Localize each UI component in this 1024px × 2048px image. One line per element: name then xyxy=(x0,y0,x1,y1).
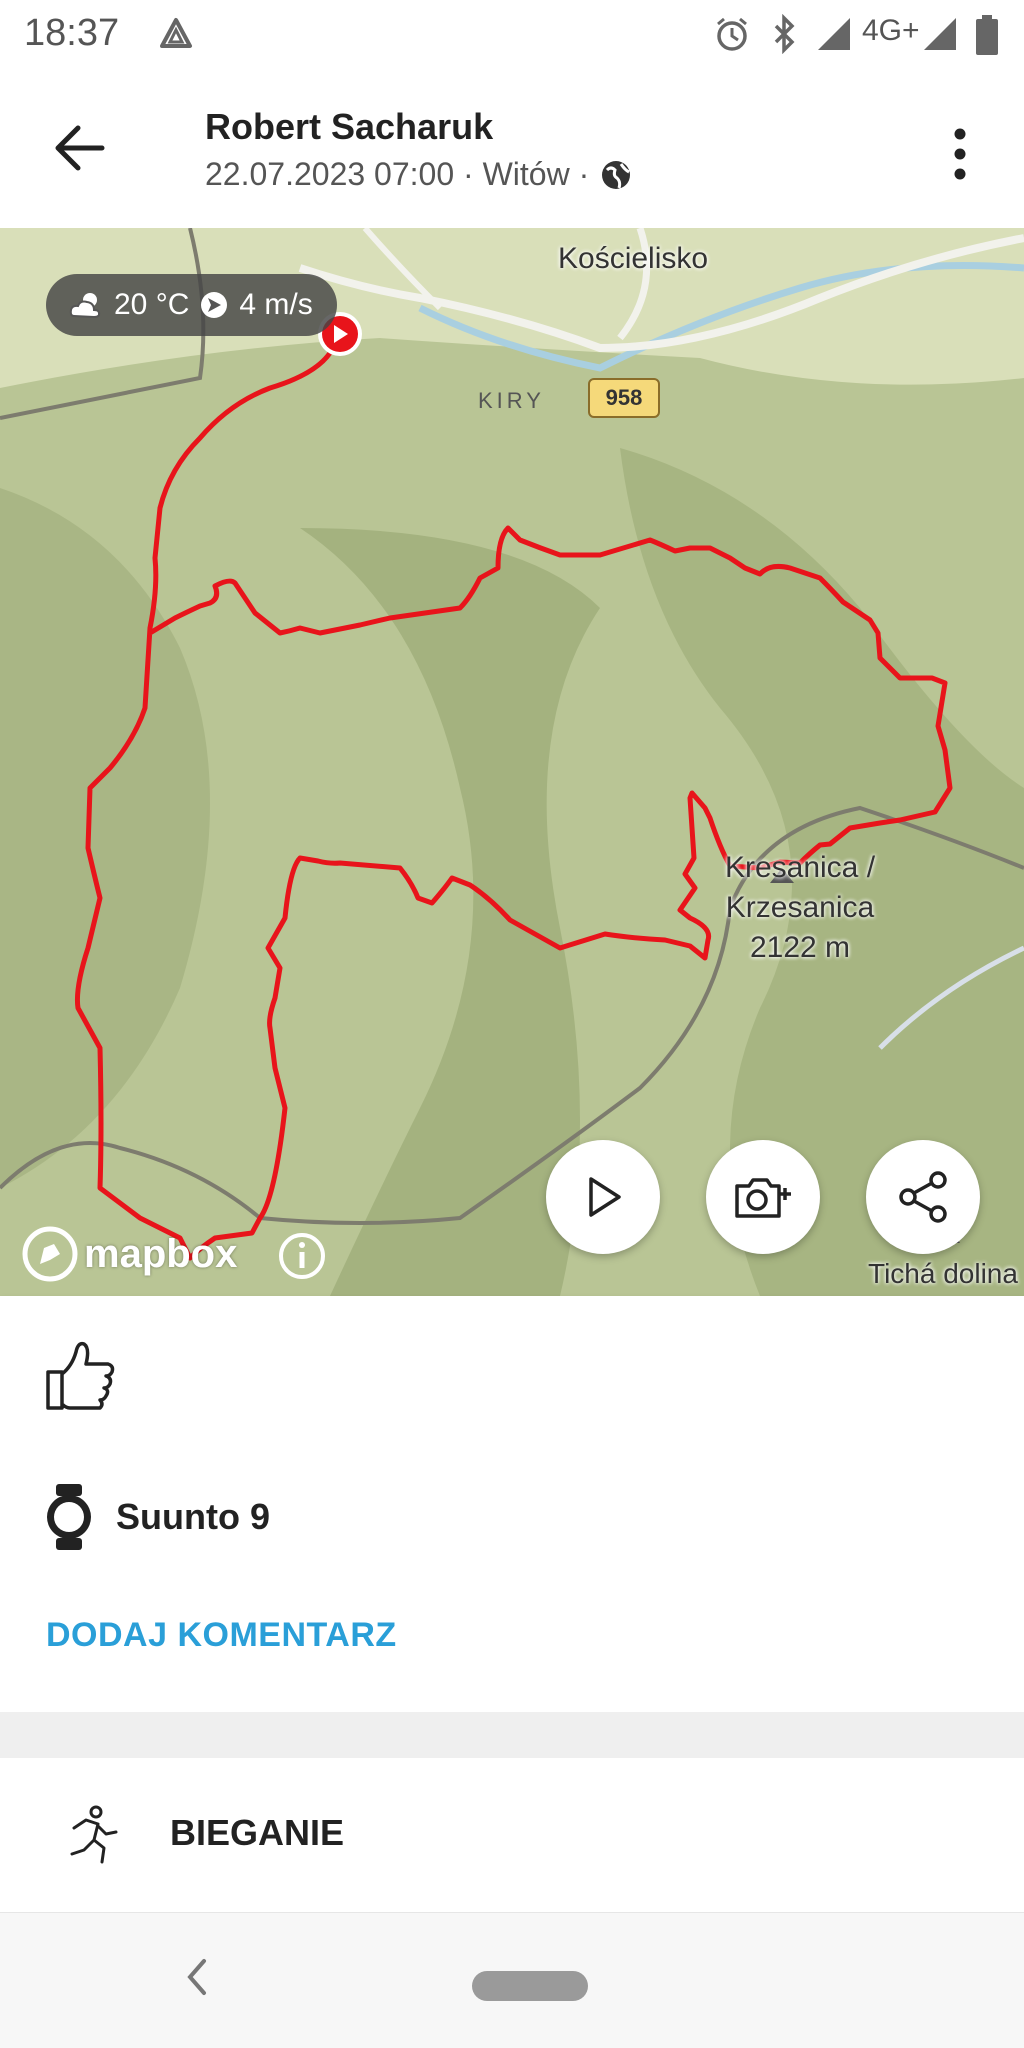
partly-cloudy-icon xyxy=(69,293,101,319)
athlete-name[interactable]: Robert Sacharuk xyxy=(205,106,493,148)
route-map[interactable]: 20 °C 4 m/s Kościelisko KIRY 958 Kresani… xyxy=(0,228,1024,1296)
share-button[interactable] xyxy=(866,1140,980,1254)
map-label-village: KIRY xyxy=(478,388,545,413)
system-nav-bar xyxy=(0,1913,1024,2048)
peak-name-line1: Kresanica / xyxy=(724,851,876,884)
mapbox-text: mapbox xyxy=(84,1231,238,1276)
add-comment-button[interactable]: DODAJ KOMENTARZ xyxy=(46,1616,397,1655)
nav-back-icon[interactable] xyxy=(180,1955,214,1999)
back-arrow-icon[interactable] xyxy=(48,116,112,180)
share-icon xyxy=(899,1171,947,1223)
wind-speed: 4 m/s xyxy=(239,288,313,321)
network-type: 4G+ xyxy=(862,14,920,47)
signal-icon-2 xyxy=(924,18,956,50)
map-label-valley: Tichá dolina xyxy=(868,1258,1018,1289)
battery-icon xyxy=(976,15,998,55)
attribution-info-icon[interactable] xyxy=(278,1232,326,1280)
device-row: Suunto 9 xyxy=(44,1482,270,1552)
add-photo-icon xyxy=(735,1178,791,1218)
nav-home-pill[interactable] xyxy=(472,1971,588,2001)
app-header: Robert Sacharuk 22.07.2023 07:00 · Witów… xyxy=(0,70,1024,228)
mapbox-mark-icon xyxy=(22,1226,78,1282)
play-route-button[interactable] xyxy=(546,1140,660,1254)
status-time: 18:37 xyxy=(24,12,120,54)
map-label-town: Kościelisko xyxy=(558,242,709,275)
activity-type-label: BIEGANIE xyxy=(170,1812,345,1853)
add-photo-button[interactable] xyxy=(706,1140,820,1254)
play-icon xyxy=(589,1177,621,1217)
signal-icon xyxy=(818,18,850,50)
bluetooth-icon xyxy=(774,14,795,54)
assistant-icon xyxy=(160,18,192,48)
wind-direction-icon xyxy=(201,292,228,318)
map-label-peak: Kresanica / Krzesanica 2122 m xyxy=(700,848,900,968)
workout-date-location: 22.07.2023 07:00 · Witów · xyxy=(205,156,590,192)
workout-meta: 22.07.2023 07:00 · Witów · xyxy=(205,156,633,193)
globe-icon[interactable] xyxy=(599,158,633,192)
workout-card: Suunto 9 DODAJ KOMENTARZ xyxy=(0,1296,1024,1712)
peak-elevation: 2122 m xyxy=(749,931,851,964)
alarm-icon xyxy=(717,17,747,51)
section-divider xyxy=(0,1712,1024,1758)
more-vert-icon[interactable] xyxy=(945,124,975,184)
road-number-sign: 958 xyxy=(588,378,660,418)
device-name: Suunto 9 xyxy=(116,1496,270,1537)
mapbox-logo: mapbox xyxy=(22,1226,237,1282)
weather-badge: 20 °C 4 m/s xyxy=(46,274,337,336)
watch-icon xyxy=(47,1484,91,1550)
running-icon xyxy=(70,1805,118,1864)
like-thumbs-up-icon[interactable] xyxy=(44,1338,118,1412)
status-bar: 18:37 4G+ xyxy=(0,0,1024,70)
peak-name-line2: Krzesanica xyxy=(725,891,875,924)
activity-type-row: BIEGANIE xyxy=(0,1758,1024,1913)
temperature: 20 °C xyxy=(114,288,190,321)
